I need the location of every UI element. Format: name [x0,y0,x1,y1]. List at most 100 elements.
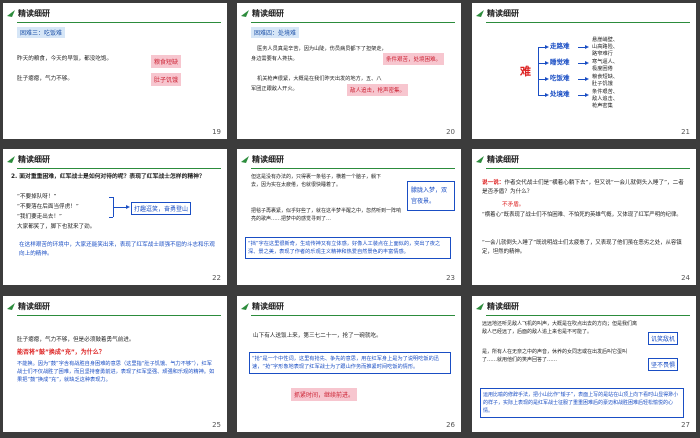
page-number: 24 [681,274,690,282]
leaf-logo-icon [241,156,249,163]
difficulty-detail: 山高路险、 [592,44,618,50]
item-arrow [578,45,589,49]
answer-label: 不矛盾。 [502,202,525,208]
slide-header: 精读细研 [3,149,227,171]
bracket-line [109,217,113,218]
discussion-question: 说一说：作者交代战士们是“横着心躺下去”，但又说“一会儿就倒头入睡了”，二者是否… [482,179,688,197]
leaf-logo-icon [241,10,249,17]
slide-header: 精读细研 [237,149,461,171]
slide-22[interactable]: 精读细研 2. 面对重重困难，红军战士是如何对待的呢？表现了红军战士怎样的精神？… [3,149,227,285]
slide-header: 精读细研 [3,3,227,25]
analysis-note: “抢”是一个中性词，这里有抢先、争先的意思，用在红军身上是为了说明吃饭的迅速，“… [249,352,451,374]
slide-header: 精读细研 [472,149,696,171]
difficulty-detail: 条件艰苦、 [592,89,618,95]
item-arrow [578,93,589,97]
quote-line: 大家都笑了，脚下也就来了劲。 [17,224,96,230]
slide-line: 机关枪声很紧，大概是在我们昨天出发的地方，五、八 [257,76,382,82]
bracket-arrow [113,205,130,209]
difficulty-item: 走路难 [550,42,570,50]
header-title: 精读细研 [18,9,50,18]
difficulty-detail: 肚子饥饿 [592,81,613,87]
slide-line: 昨天的粮食，今天的早饭，都没吃饱。 [17,56,113,62]
answer-box: 讥笑敌机 [648,332,679,345]
passage-line: 山下有人送饭上来，第三七二十一，抢了一碗就吃。 [253,333,382,339]
header-divider [486,315,690,316]
page-number: 21 [681,128,690,136]
page-number: 26 [446,421,455,429]
conclusion-text: 在这样艰苦的环境中，大家还能笑出来，表现了红军战士顽强不屈的斗志和乐观向上的精神… [19,242,215,257]
header-title: 精读细研 [252,155,284,164]
leaf-logo-icon [7,156,15,163]
slide-header: 精读细研 [237,296,461,318]
header-title: 精读细研 [487,155,519,164]
page-number: 23 [446,274,455,282]
item-arrow [578,77,589,81]
slide-header: 精读细研 [472,296,696,318]
leaf-logo-icon [241,303,249,310]
header-divider [17,22,221,23]
header-divider [486,168,690,169]
analysis-note: “挡”字在这里很新奇，生动传神又有立体感，好像人工装点在上面似的，突出了夜之深、… [245,237,451,259]
item-arrow [578,61,589,65]
passage-line: 肚子瘪瘪，气力不够，但是必须鼓着勇气前进。 [17,337,135,343]
passage-paragraph: 远远地还听见敌人飞机的叫声，大概是在吹点出去的方向；但是我们离敌人已经远了，后面… [482,321,638,335]
slide-23[interactable]: 精读细研 但这是没有办法的，只得裹一条毯子，横着一个脑子，躺下去，因为实在太疲倦… [237,149,461,285]
bracket-line [538,47,539,95]
answer-box: 朦胧入梦，双宫夜景。 [407,181,455,211]
header-title: 精读细研 [18,155,50,164]
answer-box: 坚不畏惧 [648,358,679,371]
passage-paragraph: 把毯子再裹紧，似乎好些了，就在这半梦半醒之中，忽然听到一阵响亮的歌声……把梦中的… [251,208,402,222]
question-text: 2. 面对重重困难，红军战士是如何对待的呢？表现了红军战士怎样的精神？ [11,174,205,180]
slide-21[interactable]: 精读细研 难 走路难 睡觉难 吃饭难 处境难 悬崖峭壁、 山高路险、 路窄难行 … [472,3,696,139]
slide-20[interactable]: 精读细研 困难四：处境难 医务人员真是辛苦，因为山陡，伤员病员都下了担架走， 身… [237,3,461,139]
slide-24[interactable]: 精读细研 说一说：作者交代战士们是“横着心躺下去”，但又说“一会儿就倒头入睡了”… [472,149,696,285]
header-title: 精读细研 [252,302,284,311]
leaf-logo-icon [476,303,484,310]
leaf-logo-icon [476,10,484,17]
answer-box-text: 朦胧入梦，双宫夜景。 [411,187,448,205]
bracket-arrow [538,77,549,81]
page-number: 22 [212,274,221,282]
question-label: 说一说： [482,180,505,186]
slide-19[interactable]: 精读细研 困难三：吃饭难 昨天的粮食，今天的早饭，都没吃饱。 肚子瘪瘪，气力不够… [3,3,227,139]
slide-26[interactable]: 精读细研 山下有人送饭上来，第三七二十一，抢了一碗就吃。 “抢”是一个中性词，这… [237,296,461,432]
passage-paragraph: 但这是没有办法的，只得裹一条毯子，横着一个脑子，躺下去，因为实在太疲倦，也就很快… [251,174,382,188]
difficulty-item: 睡觉难 [550,58,570,66]
page-number: 20 [446,128,455,136]
slide-header: 精读细研 [3,296,227,318]
question-text: 作者交代战士们是“横着心躺下去”，但又说“一会儿就倒头入睡了”，二者是否矛盾？为… [482,180,684,195]
bracket-arrow [538,61,549,65]
slide-caption: 困难三：吃饭难 [17,27,66,38]
difficulty-detail: 极度困倦 [592,66,613,72]
leaf-logo-icon [7,303,15,310]
slide-line: 军团正跟敌人开火。 [251,86,298,92]
question-text: 能否将“鼓”换成“充”，为什么？ [17,349,105,356]
quote-line: “不要落在后面当俘虏！” [17,204,79,210]
slide-27[interactable]: 精读细研 远远地还听见敌人飞机的叫声，大概是在吹点出去的方向；但是我们离敌人已经… [472,296,696,432]
answer-text: “一会儿就倒头入睡了”既说明战士们太疲惫了，又表现了他们虽在恶劣之处，从容镇定，… [482,240,682,255]
answer-box: 打趣逗笑，奋勇登山 [131,202,192,215]
page-number: 19 [212,128,221,136]
header-divider [486,22,690,23]
answer-text: “横着心”既表现了战士们不怕困难、不怕死的英雄气概，又体现了红军严明的纪律。 [482,212,682,218]
header-divider [17,168,221,169]
quote-line: “我们要走出去！” [17,214,62,220]
slide-line: 身边需要有人搀扶。 [251,56,298,62]
answer-box: 抓紧时间，继续前进。 [291,388,358,401]
slide-header: 精读细研 [472,3,696,25]
header-divider [251,315,455,316]
difficulty-detail: 敌人追击、 [592,96,618,102]
difficulty-detail: 路窄难行 [592,51,613,57]
page-number: 25 [212,421,221,429]
header-divider [17,315,221,316]
answer-box: 粮食短缺 [151,55,182,68]
leaf-logo-icon [476,156,484,163]
leaf-logo-icon [7,10,15,17]
difficulty-detail: 枪声密集 [592,103,613,109]
analysis-note: 运用比喻的修辞手法，把小山比作“矮子”，表面上写的是站在山顶上向下看时山显得渺小… [480,388,684,418]
slide-25[interactable]: 精读细研 肚子瘪瘪，气力不够，但是必须鼓着勇气前进。 能否将“鼓”换成“充”，为… [3,296,227,432]
difficulty-item: 吃饭难 [550,74,570,82]
answer-box: 敌人追击，枪声密集。 [347,84,409,96]
page-number: 27 [681,421,690,429]
center-char: 难 [520,65,531,78]
